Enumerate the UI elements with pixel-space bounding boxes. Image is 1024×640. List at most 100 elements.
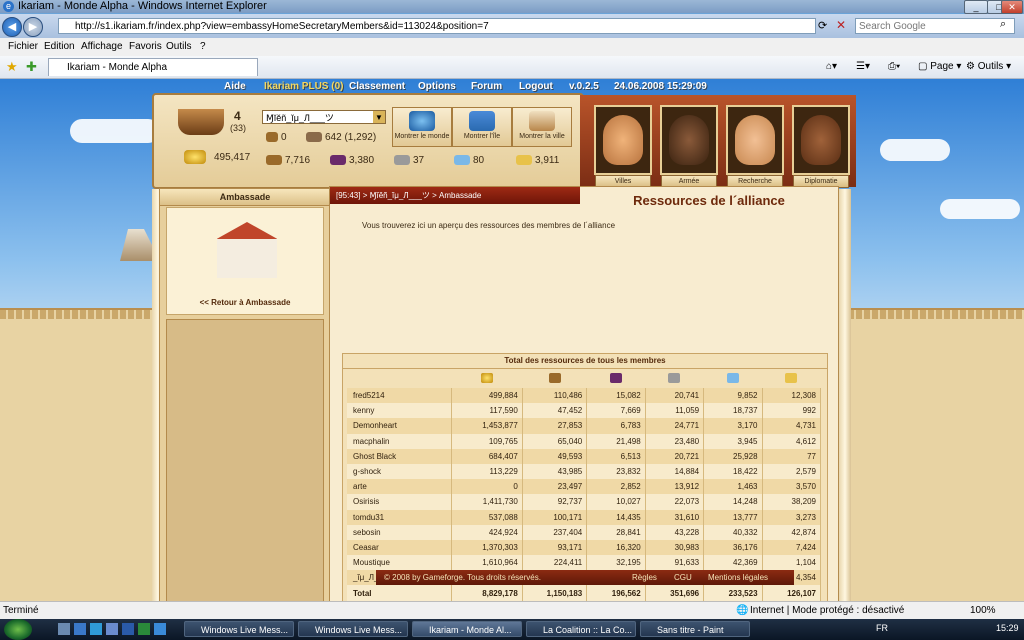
header-spacer	[347, 370, 452, 388]
menu-help[interactable]: ?	[200, 41, 206, 52]
nav-logout[interactable]: Logout	[519, 81, 553, 92]
menu-favoris[interactable]: Favoris	[129, 41, 162, 52]
refresh-icon[interactable]: ⟳	[818, 19, 827, 32]
cloud	[70, 119, 160, 143]
page-menu[interactable]: ▢ Page ▾	[918, 61, 961, 72]
gold-icon	[481, 373, 494, 383]
zoom-level[interactable]: 100%	[970, 602, 996, 620]
population: 642 (1,292)	[306, 132, 376, 143]
resource-value: 3,170	[703, 418, 763, 434]
messenger-quicklaunch-icon[interactable]	[90, 623, 102, 635]
nav-aide[interactable]: Aide	[224, 81, 246, 92]
home-icon[interactable]: ⌂▾	[826, 61, 837, 72]
show-desktop-icon[interactable]	[58, 623, 70, 635]
member-name[interactable]: tomdu31	[347, 509, 453, 525]
excel-quicklaunch-icon[interactable]	[138, 623, 150, 635]
member-name[interactable]: Ghost Black	[347, 448, 453, 464]
table-row: Moustique 1,610,964 224,411 32,195 91,633 42,…	[347, 555, 822, 571]
link-mentions[interactable]: Mentions légales	[708, 570, 768, 585]
show-island-button[interactable]: Montrer l'île	[452, 107, 512, 147]
minimize-button[interactable]: _	[964, 0, 988, 14]
resource-value: 40,332	[703, 524, 763, 540]
table-row: fred5214 499,884 110,486 15,082 20,741 9,852 1…	[347, 388, 822, 404]
task-paint[interactable]: Sans titre - Paint	[640, 621, 750, 637]
task-messenger-2[interactable]: Windows Live Mess...	[298, 621, 408, 637]
stop-icon[interactable]: ✕	[836, 18, 846, 32]
task-ikariam[interactable]: Ikariam - Monde Al...	[412, 621, 522, 637]
add-favorite-icon[interactable]: ✚	[26, 59, 37, 75]
actions-value: 0	[281, 132, 287, 143]
nav-classement[interactable]: Classement	[349, 81, 405, 92]
member-name[interactable]: Osirisis	[347, 494, 453, 510]
link-cgu[interactable]: CGU	[674, 570, 692, 585]
feeds-icon[interactable]: ☰▾	[856, 61, 870, 72]
show-town-button[interactable]: Montrer la ville	[512, 107, 572, 147]
show-world-button[interactable]: Montrer le monde	[392, 107, 452, 147]
tools-menu[interactable]: ⚙ Outils ▾	[966, 61, 1011, 72]
close-window-button[interactable]: ✕	[1001, 0, 1023, 14]
search-input[interactable]: Search Google	[855, 18, 1015, 34]
advisor-diplomacy[interactable]	[792, 105, 850, 175]
nav-ikariam-plus[interactable]: Ikariam PLUS (0)	[264, 81, 343, 92]
menu-fichier[interactable]: Fichier	[8, 41, 38, 52]
menu-edition[interactable]: Edition	[44, 41, 75, 52]
table-title: Total des ressources de tous les membres	[343, 354, 827, 369]
population-icon	[306, 132, 322, 143]
resource-value: 10,027	[586, 494, 646, 510]
wine-icon	[330, 155, 346, 166]
member-name[interactable]: Demonheart	[347, 418, 453, 434]
menu-affichage[interactable]: Affichage	[81, 41, 123, 52]
member-name[interactable]: sebosin	[347, 524, 453, 540]
member-name[interactable]: fred5214	[347, 388, 453, 404]
resource-value: 7,669	[586, 403, 646, 419]
table-row: g-shock 113,229 43,985 23,832 14,884 18,422 2,…	[347, 463, 822, 480]
header-gold	[452, 370, 523, 388]
ships-count: 4	[234, 109, 241, 123]
address-input[interactable]: http://s1.ikariam.fr/index.php?view=emba…	[58, 18, 816, 34]
member-name[interactable]: Ceasar	[347, 539, 453, 556]
task-coalition[interactable]: La Coalition :: La Co...	[526, 621, 636, 637]
menu-outils[interactable]: Outils	[166, 41, 192, 52]
column-decoration	[839, 189, 851, 601]
breadcrumb[interactable]: [95:43] > Ɱĭĕñ_ĭμ_Л___ツ > Ambassade	[330, 187, 580, 204]
resource-value: 31,610	[645, 509, 705, 525]
back-to-embassy-link[interactable]: << Retour à Ambassade	[167, 298, 323, 307]
resource-value: 42,369	[703, 555, 763, 571]
member-name[interactable]: Moustique	[347, 555, 453, 571]
resource-value: 2,579	[762, 463, 822, 480]
sidebar-empty-area	[166, 319, 324, 601]
member-name[interactable]: g-shock	[347, 463, 453, 480]
window-title: Ikariam - Monde Alpha - Windows Internet…	[18, 0, 267, 12]
firefox-quicklaunch-icon[interactable]	[154, 623, 166, 635]
ie-quicklaunch-icon[interactable]	[74, 623, 86, 635]
resource-value: 43,985	[522, 463, 588, 480]
media-quicklaunch-icon[interactable]	[106, 623, 118, 635]
city-select[interactable]: Ɱĭĕñ_ĭμ_Л___ツ ▼	[262, 110, 386, 124]
task-messenger-1[interactable]: Windows Live Mess...	[184, 621, 294, 637]
language-indicator[interactable]: FR	[876, 623, 888, 633]
nav-options[interactable]: Options	[418, 81, 456, 92]
resource-value: 92,737	[522, 494, 588, 510]
search-icon[interactable]: ⌕	[1000, 18, 1006, 31]
nav-forum[interactable]: Forum	[471, 81, 502, 92]
start-button[interactable]	[4, 619, 32, 640]
print-icon[interactable]: ⎙▾	[888, 61, 900, 72]
back-button[interactable]: ◀	[2, 17, 22, 37]
advisor-research[interactable]	[726, 105, 784, 175]
resource-value: 47,452	[522, 403, 588, 419]
link-regles[interactable]: Règles	[632, 570, 657, 585]
resource-value: 21,498	[586, 433, 646, 449]
favorites-star-icon[interactable]: ★	[6, 59, 18, 75]
security-zone[interactable]: Internet | Mode protégé : désactivé	[750, 602, 904, 620]
forward-button[interactable]: ▶	[23, 17, 43, 37]
member-name[interactable]: kenny	[347, 403, 453, 419]
clock[interactable]: 15:29	[996, 623, 1019, 633]
tab-ikariam[interactable]: Ikariam - Monde Alpha	[48, 58, 258, 76]
wood-value: 7,716	[285, 155, 311, 166]
advisor-military[interactable]	[660, 105, 718, 175]
resource-value: 233,523	[703, 585, 763, 601]
member-name[interactable]: macphalin	[347, 433, 453, 449]
member-name[interactable]: arte	[347, 479, 453, 495]
advisor-towns[interactable]	[594, 105, 652, 175]
word-quicklaunch-icon[interactable]	[122, 623, 134, 635]
